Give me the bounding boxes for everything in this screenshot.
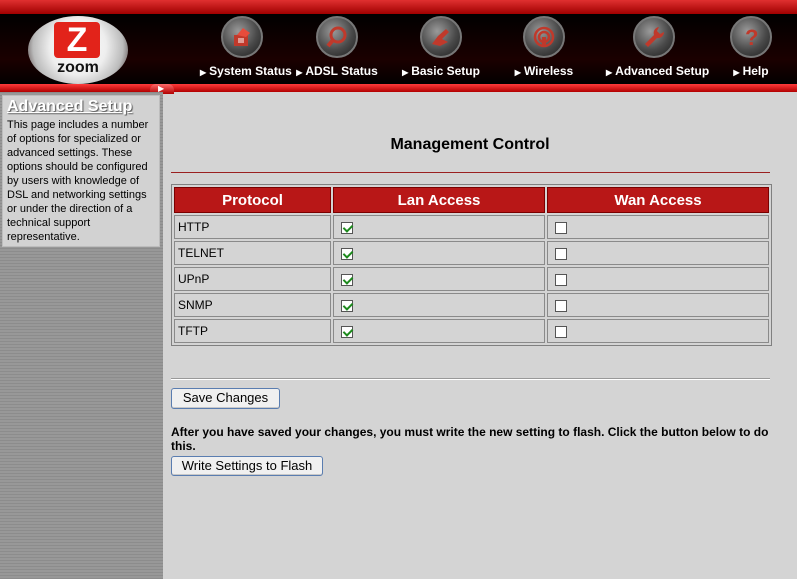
column-header-wan-access: Wan Access (547, 187, 769, 213)
sidebar-title-link[interactable]: Advanced Setup (7, 98, 155, 116)
nav-basic-setup[interactable]: ▶ Basic Setup (402, 16, 480, 82)
table-row: TELNET (174, 241, 769, 265)
lan-access-checkbox-http[interactable] (341, 221, 353, 234)
wan-access-checkbox-upnp[interactable] (555, 273, 567, 286)
protocol-cell: SNMP (174, 293, 331, 317)
lan-access-checkbox-telnet[interactable] (341, 247, 353, 260)
column-header-lan-access: Lan Access (333, 187, 545, 213)
hand-icon (420, 16, 462, 58)
nav-label: Advanced Setup (615, 64, 710, 78)
table-row: HTTP (174, 215, 769, 239)
column-header-protocol: Protocol (174, 187, 331, 213)
nav-adsl-status[interactable]: ▶ ADSL Status (296, 16, 378, 82)
svg-text:?: ? (745, 25, 758, 50)
page-title: Management Control (390, 136, 550, 153)
protocol-cell: HTTP (174, 215, 331, 239)
divider (171, 378, 770, 380)
save-changes-button[interactable]: Save Changes (171, 388, 280, 409)
main-content: Management Control Protocol Lan Access W… (163, 92, 797, 579)
nav-label: System Status (209, 64, 292, 78)
nav-wireless[interactable]: ▶ Wireless (508, 16, 580, 82)
wan-access-checkbox-http[interactable] (555, 221, 567, 234)
table-row: TFTP (174, 319, 769, 343)
nav-system-status[interactable]: ▶ System Status (200, 16, 292, 82)
header: Z zoom ▶ System Status ▶ ADSL Status ▶ Basi… (0, 0, 797, 92)
wan-access-checkbox-telnet[interactable] (555, 247, 567, 260)
management-table: Protocol Lan Access Wan Access HTTP TELN… (171, 184, 772, 346)
divider (171, 172, 770, 173)
help-icon: ? (730, 16, 772, 58)
magnifier-icon (316, 16, 358, 58)
table-row: SNMP (174, 293, 769, 317)
zoom-logo[interactable]: Z zoom (28, 16, 128, 84)
wan-access-checkbox-snmp[interactable] (555, 299, 567, 312)
protocol-cell: TELNET (174, 241, 331, 265)
lan-access-checkbox-upnp[interactable] (341, 273, 353, 286)
logo-letter: Z (54, 22, 100, 58)
logo-text: zoom (57, 59, 99, 76)
protocol-cell: UPnP (174, 267, 331, 291)
table-row: UPnP (174, 267, 769, 291)
nav-help[interactable]: ? ▶ Help (726, 16, 776, 82)
sidebar: Advanced Setup This page includes a numb… (0, 92, 163, 579)
sidebar-info-box: Advanced Setup This page includes a numb… (2, 95, 160, 247)
wrench-icon (633, 16, 675, 58)
system-status-icon (221, 16, 263, 58)
nav-label: Help (742, 64, 769, 78)
nav-label: Wireless (523, 64, 574, 78)
header-bottom-stripe (0, 84, 797, 92)
header-top-stripe (0, 0, 797, 14)
write-settings-to-flash-button[interactable]: Write Settings to Flash (171, 456, 323, 476)
nav-label: Basic Setup (411, 64, 480, 78)
wan-access-checkbox-tftp[interactable] (555, 325, 567, 338)
wireless-icon (523, 16, 565, 58)
lan-access-checkbox-tftp[interactable] (341, 325, 353, 338)
sidebar-description: This page includes a number of options f… (7, 119, 149, 243)
flash-note: After you have saved your changes, you m… (171, 425, 769, 453)
nav-label: ADSL Status (305, 64, 378, 78)
lan-access-checkbox-snmp[interactable] (341, 299, 353, 312)
nav-advanced-setup[interactable]: ▶ Advanced Setup (606, 16, 709, 82)
protocol-cell: TFTP (174, 319, 331, 343)
